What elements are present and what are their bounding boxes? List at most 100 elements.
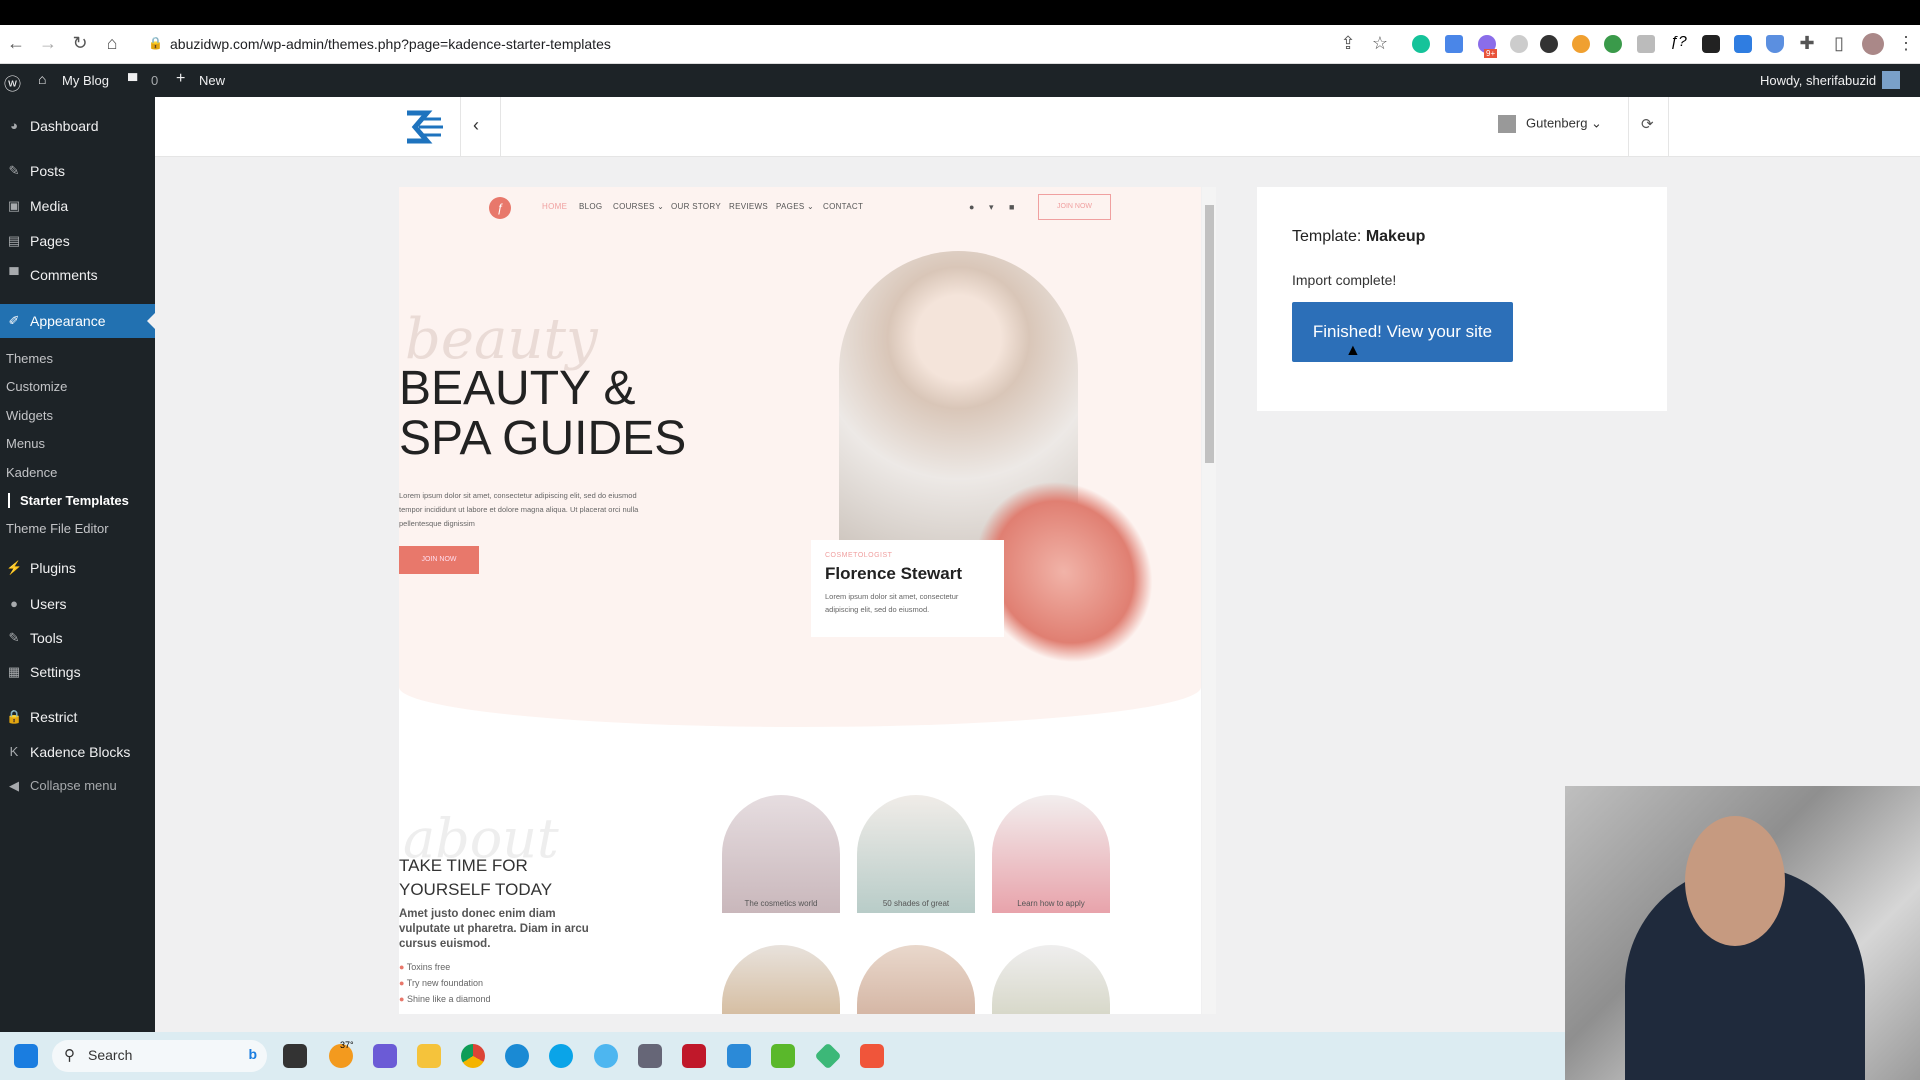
nav-reviews[interactable]: REVIEWS bbox=[729, 202, 768, 211]
bookmark-star-icon[interactable]: ☆ bbox=[1368, 33, 1392, 54]
home-icon[interactable]: ⌂ bbox=[100, 33, 124, 54]
skype-icon[interactable] bbox=[549, 1044, 573, 1068]
template-preview[interactable]: ƒ HOME BLOG COURSES ⌄ OUR STORY REVIEWS … bbox=[399, 187, 1201, 1014]
label: Comments bbox=[30, 267, 98, 283]
join-now-nav-button[interactable]: JOIN NOW bbox=[1038, 194, 1111, 220]
collapse-icon: ◀ bbox=[9, 778, 19, 793]
card-name: Florence Stewart bbox=[825, 564, 962, 583]
instagram-icon[interactable]: ■ bbox=[1009, 202, 1015, 212]
submenu-customize[interactable]: Customize bbox=[6, 379, 67, 394]
sidebar-item-restrict[interactable]: 🔒 Restrict bbox=[0, 704, 155, 730]
extension-icon[interactable] bbox=[1702, 35, 1720, 53]
builder-label: Gutenberg bbox=[1526, 115, 1588, 131]
submenu-widgets[interactable]: Widgets bbox=[6, 408, 53, 423]
file-explorer-icon[interactable] bbox=[417, 1044, 441, 1068]
nav-courses[interactable]: COURSES ⌄ bbox=[613, 202, 664, 211]
teams-icon[interactable] bbox=[373, 1044, 397, 1068]
power-extension-icon[interactable] bbox=[1510, 35, 1528, 53]
wrench-icon: ✎ bbox=[8, 630, 20, 645]
comment-icon[interactable]: ▀ bbox=[128, 73, 137, 88]
submenu-themes[interactable]: Themes bbox=[6, 351, 53, 366]
sidebar-item-pages[interactable]: ▤ Pages bbox=[0, 228, 155, 254]
nav-our-story[interactable]: OUR STORY bbox=[671, 202, 721, 211]
shield-extension-icon[interactable] bbox=[1766, 35, 1784, 53]
label: Shine like a diamond bbox=[406, 994, 491, 1004]
user-avatar[interactable] bbox=[1882, 71, 1900, 89]
submenu-kadence[interactable]: Kadence bbox=[6, 465, 57, 480]
nav-pages[interactable]: PAGES ⌄ bbox=[776, 202, 814, 211]
howdy-user[interactable]: Howdy, sherifabuzid bbox=[1760, 73, 1876, 88]
windows-start-icon[interactable] bbox=[14, 1044, 38, 1068]
import-panel: Template: Makeup Import complete! Finish… bbox=[1257, 187, 1667, 411]
extension-icon[interactable] bbox=[1604, 35, 1622, 53]
sidebar-item-settings[interactable]: ▦ Settings bbox=[0, 659, 155, 685]
extension-icon[interactable] bbox=[1445, 35, 1463, 53]
profile-avatar[interactable] bbox=[1862, 33, 1884, 55]
notepad-icon[interactable] bbox=[727, 1044, 751, 1068]
site-name-link[interactable]: My Blog bbox=[62, 73, 109, 88]
submenu-menus[interactable]: Menus bbox=[6, 436, 45, 451]
scrollbar-thumb[interactable] bbox=[1205, 205, 1214, 463]
task-view-icon[interactable] bbox=[283, 1044, 307, 1068]
address-bar[interactable]: 🔒 abuzidwp.com/wp-admin/themes.php?page=k… bbox=[140, 29, 1390, 59]
app-icon[interactable] bbox=[814, 1042, 842, 1070]
facebook-icon[interactable]: ● bbox=[969, 202, 975, 212]
function-extension-icon[interactable]: ƒ? bbox=[1670, 33, 1687, 50]
kadence-logo-icon bbox=[407, 110, 443, 144]
twitter-icon[interactable]: ▾ bbox=[989, 202, 994, 213]
puzzle-extensions-icon[interactable]: ✚ bbox=[1795, 33, 1819, 54]
back-chevron-icon[interactable]: ‹ bbox=[473, 115, 479, 136]
sidebar-item-kadence-blocks[interactable]: K Kadence Blocks bbox=[0, 739, 155, 765]
join-now-button[interactable]: JOIN NOW bbox=[399, 546, 479, 574]
forward-icon[interactable]: → bbox=[36, 33, 60, 54]
extension-icon[interactable] bbox=[1637, 35, 1655, 53]
preview-scrollbar[interactable] bbox=[1202, 187, 1216, 1014]
comment-count[interactable]: 0 bbox=[151, 73, 158, 88]
sidepanel-icon[interactable]: ▯ bbox=[1827, 33, 1851, 54]
collapse-menu[interactable]: ◀ Collapse menu bbox=[0, 773, 155, 799]
nav-blog[interactable]: BLOG bbox=[579, 202, 602, 211]
weather-temp: 37° bbox=[340, 1040, 354, 1050]
back-icon[interactable]: ← bbox=[4, 33, 28, 54]
sidebar-item-posts[interactable]: ✎ Posts bbox=[0, 158, 155, 184]
calculator-icon[interactable] bbox=[638, 1044, 662, 1068]
nav-contact[interactable]: CONTACT bbox=[823, 202, 863, 211]
mouse-cursor-icon: ▲ bbox=[1345, 342, 1361, 359]
sidebar-item-users[interactable]: ● Users bbox=[0, 591, 155, 617]
wordpress-logo-icon[interactable]: ⓦ bbox=[4, 70, 21, 95]
card-role: COSMETOLOGIST bbox=[825, 552, 893, 559]
template-name: Template: Makeup bbox=[1292, 228, 1425, 246]
submenu-theme-file-editor[interactable]: Theme File Editor bbox=[6, 521, 109, 536]
taskbar-search[interactable]: ⚲ Search b bbox=[52, 1040, 267, 1072]
label: Dashboard bbox=[30, 118, 99, 134]
sidebar-item-media[interactable]: ▣ Media bbox=[0, 193, 155, 219]
sidebar-item-dashboard[interactable]: ◕ Dashboard bbox=[0, 113, 155, 139]
plug-icon: ⚡ bbox=[6, 560, 23, 575]
view-site-button[interactable]: Finished! View your site bbox=[1292, 302, 1513, 362]
mcafee-icon[interactable] bbox=[682, 1044, 706, 1068]
extension-icon[interactable] bbox=[1540, 35, 1558, 53]
grammarly-extension-icon[interactable] bbox=[1412, 35, 1430, 53]
reload-icon[interactable]: ↻ bbox=[68, 33, 92, 54]
profile-card: COSMETOLOGIST Florence Stewart Lorem ips… bbox=[811, 540, 1004, 637]
sidebar-item-tools[interactable]: ✎ Tools bbox=[0, 625, 155, 651]
sidebar-item-comments[interactable]: ▀ Comments bbox=[0, 262, 155, 288]
sidebar-item-plugins[interactable]: ⚡ Plugins bbox=[0, 555, 155, 581]
app-icon[interactable] bbox=[860, 1044, 884, 1068]
extension-icon[interactable] bbox=[1572, 35, 1590, 53]
builder-select[interactable]: Gutenberg ⌄ bbox=[1498, 115, 1602, 139]
label: Users bbox=[30, 596, 67, 612]
skype-business-icon[interactable] bbox=[594, 1044, 618, 1068]
menu-kebab-icon[interactable]: ⋮ bbox=[1894, 33, 1918, 54]
share-icon[interactable]: ⇪ bbox=[1336, 33, 1360, 54]
extension-icon[interactable] bbox=[1734, 35, 1752, 53]
chrome-icon[interactable] bbox=[461, 1044, 485, 1068]
hero-title-line: BEAUTY & bbox=[399, 362, 636, 415]
new-link[interactable]: New bbox=[199, 73, 225, 88]
edge-icon[interactable] bbox=[505, 1044, 529, 1068]
sidebar-item-appearance[interactable]: ✐ Appearance bbox=[0, 304, 155, 338]
submenu-starter-templates[interactable]: Starter Templates bbox=[8, 493, 129, 508]
refresh-icon[interactable]: ⟳ bbox=[1641, 115, 1654, 133]
camtasia-icon[interactable] bbox=[771, 1044, 795, 1068]
nav-home[interactable]: HOME bbox=[542, 202, 567, 211]
